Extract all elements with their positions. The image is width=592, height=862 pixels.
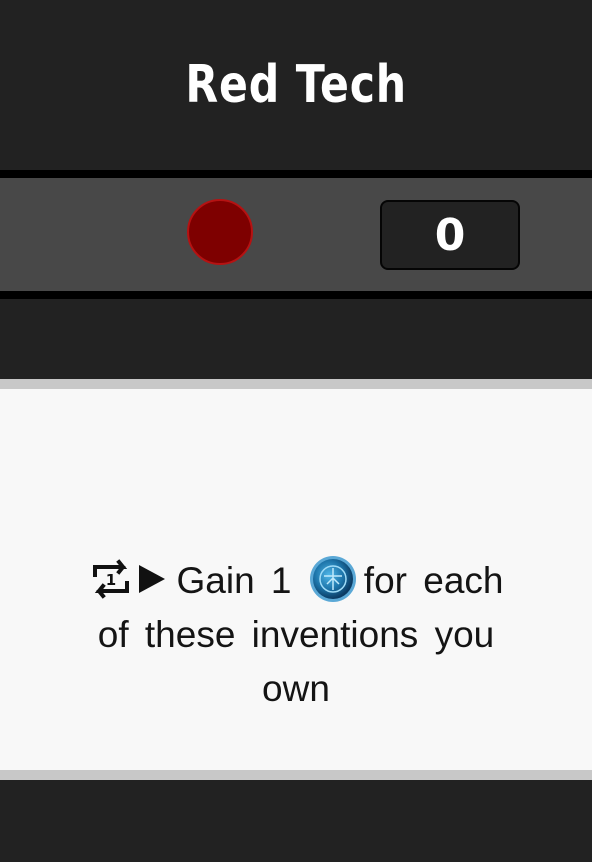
card-description: 1 Gain 1 for each of these inventions yo…: [60, 554, 532, 716]
gain-text: Gain 1: [176, 560, 292, 601]
footer-band: [0, 780, 592, 862]
tech-token-icon: [309, 556, 356, 603]
counter-bar: 0: [0, 178, 592, 291]
divider-top: [0, 170, 592, 178]
tech-card[interactable]: 1 Gain 1 for each of these inventions yo…: [0, 379, 592, 780]
repeat-once-icon: 1: [92, 559, 129, 600]
divider-bottom: [0, 291, 592, 299]
rest-text-1: for each: [363, 560, 504, 601]
header: Red Tech: [0, 0, 592, 170]
svg-text:1: 1: [105, 571, 115, 589]
spacer-band: [0, 299, 592, 379]
play-icon: [138, 565, 165, 594]
rest-text-2: of these inventions you: [97, 614, 495, 656]
counter-value: 0: [434, 209, 466, 261]
rest-text-3: own: [262, 668, 330, 710]
counter-value-box[interactable]: 0: [380, 200, 520, 270]
page-title: Red Tech: [185, 55, 407, 115]
red-color-dot: [187, 199, 253, 265]
